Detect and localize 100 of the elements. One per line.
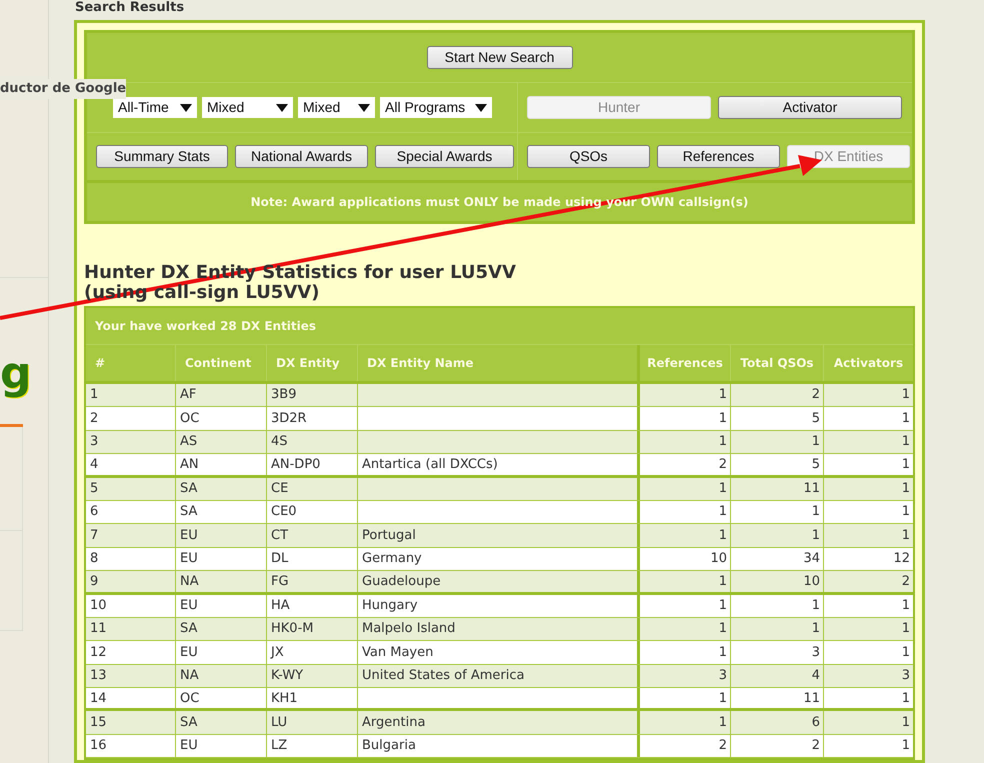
table-cell-text: KH1: [271, 690, 298, 708]
table-cell-text: 15: [90, 714, 107, 732]
table-cell-text: 1: [718, 596, 727, 615]
table-cell-text: 1: [718, 620, 727, 638]
table-cell-text: 1: [90, 386, 98, 404]
table-cell-text: Antartica (all DXCCs): [362, 456, 498, 474]
table-cell-text: NA: [180, 667, 199, 686]
table-cell-text: Bulgaria: [362, 737, 416, 756]
table-cell-text: 1: [902, 410, 910, 428]
table-cell-text: 11: [90, 620, 107, 638]
column-header: References: [637, 345, 730, 381]
table-cell-text: 1: [902, 620, 910, 638]
table-cell-text: 2: [902, 572, 910, 591]
table-cell-text: 1: [718, 480, 727, 498]
table-cell-text: AN: [180, 456, 199, 474]
table-cell-text: SA: [180, 620, 198, 638]
filter-dropdown[interactable]: Mixed: [298, 97, 375, 118]
table-cell-text: CT: [271, 526, 288, 545]
table-cell-text: EU: [180, 550, 198, 568]
table-cell-text: JX: [271, 644, 284, 662]
table-cell-text: 1: [718, 386, 727, 404]
table-cell-text: Portugal: [362, 526, 416, 545]
table-cell-text: 2: [718, 456, 727, 474]
table-cell-text: LU: [271, 714, 288, 732]
table-cell-text: 12: [90, 644, 107, 662]
action-button[interactable]: Special Awards: [375, 145, 514, 168]
column-header: DX Entity Name: [357, 345, 637, 381]
table-cell-text: 1: [718, 410, 727, 428]
table-cell-text: FG: [271, 572, 289, 591]
action-button[interactable]: National Awards: [235, 145, 368, 168]
table-cell-text: 16: [90, 737, 107, 756]
table-cell-text: 1: [718, 526, 727, 545]
table-cell-text: 3D2R: [271, 410, 307, 428]
tab-button[interactable]: References: [657, 145, 780, 168]
table-cell-text: EU: [180, 596, 198, 615]
table-cell-text: 3: [902, 667, 910, 686]
table-cell-text: Malpelo Island: [362, 620, 456, 638]
dropdown-caret-icon: [358, 104, 370, 112]
table-cell-text: 10: [803, 572, 820, 591]
table-cell-text: 1: [902, 737, 910, 756]
table-cell-text: 1: [902, 386, 910, 404]
table-cell-text: 1: [718, 572, 727, 591]
table-cell-text: AF: [180, 386, 196, 404]
overlay-text: ductor de Google: [0, 79, 126, 98]
table-cell-text: DL: [271, 550, 288, 568]
table-cell-text: 11: [803, 690, 820, 708]
table-cell-text: Argentina: [362, 714, 426, 732]
column-header: #: [94, 355, 106, 372]
table-cell-text: HK0-M: [271, 620, 314, 638]
table-cell-text: 6: [90, 503, 98, 522]
table-cell-text: United States of America: [362, 667, 524, 686]
table-cell-text: Guadeloupe: [362, 572, 441, 591]
table-cell-text: OC: [180, 410, 200, 428]
table-cell-text: 1: [902, 480, 910, 498]
table-cell-text: 1: [902, 714, 910, 732]
table-cell-text: 1: [902, 456, 910, 474]
column-header: Total QSOs: [730, 345, 823, 381]
table-cell-text: 1: [812, 526, 820, 545]
table-cell-text: 1: [902, 526, 910, 545]
table-cell-text: Hungary: [362, 596, 418, 615]
table-cell-text: 1: [902, 503, 910, 522]
table-cell-text: 10: [90, 596, 107, 615]
table-cell-text: HA: [271, 596, 290, 615]
filter-dropdown[interactable]: All-Time: [113, 97, 197, 118]
table-cell-text: SA: [180, 480, 198, 498]
table-cell-text: AN-DP0: [271, 456, 320, 474]
table-cell-text: 3: [90, 433, 98, 452]
table-caption: Your have worked 28 DX Entities: [95, 318, 316, 335]
table-cell-text: 1: [718, 503, 727, 522]
filter-dropdown[interactable]: All Programs: [380, 97, 492, 118]
table-cell-text: 2: [812, 386, 820, 404]
table-cell-text: LZ: [271, 737, 288, 756]
table-cell-text: 5: [90, 480, 98, 498]
table-cell-text: 10: [710, 550, 727, 568]
table-cell-text: 2: [90, 410, 98, 428]
table-cell-text: 1: [902, 644, 910, 662]
tab-button[interactable]: Activator: [718, 96, 902, 119]
column-header: DX Entity: [266, 345, 357, 381]
filter-dropdown[interactable]: Mixed: [202, 97, 293, 118]
action-button[interactable]: Start New Search: [426, 46, 572, 69]
table-cell-text: 3: [812, 644, 820, 662]
action-button[interactable]: Summary Stats: [96, 145, 228, 168]
tab-button[interactable]: QSOs: [527, 145, 650, 168]
table-cell-text: CE0: [271, 503, 297, 522]
table-cell-text: 34: [803, 550, 820, 568]
table-cell-text: 1: [902, 433, 910, 452]
table-cell-text: 4: [812, 667, 820, 686]
table-cell-text: 3B9: [271, 386, 296, 404]
table-cell-text: 3: [718, 667, 727, 686]
table-cell-text: 2: [718, 737, 727, 756]
table-cell-text: AS: [180, 433, 198, 452]
table-cell-text: Van Mayen: [362, 644, 434, 662]
table-cell-text: SA: [180, 714, 198, 732]
table-cell-text: OC: [180, 690, 200, 708]
dropdown-caret-icon: [276, 104, 288, 112]
table-cell-text: 1: [812, 596, 820, 615]
table-cell-text: 2: [812, 737, 820, 756]
table-cell-text: 11: [803, 480, 820, 498]
table-cell-text: 14: [90, 690, 107, 708]
table-cell-text: 1: [812, 503, 820, 522]
